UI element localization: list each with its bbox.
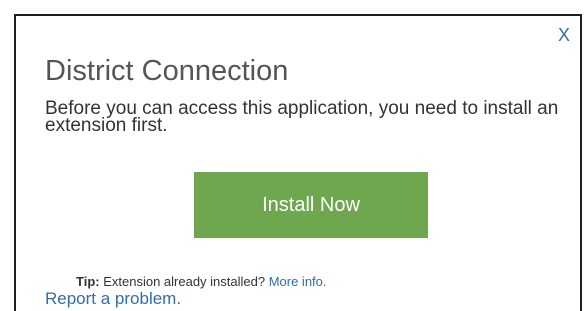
close-button[interactable]: X <box>558 26 570 44</box>
tip-text: Extension already installed? <box>99 274 269 289</box>
tip-label: Tip: <box>76 274 100 289</box>
install-now-button[interactable]: Install Now <box>194 172 428 238</box>
extension-required-dialog: X District Connection Before you can acc… <box>14 14 582 311</box>
dialog-message: Before you can access this application, … <box>45 98 559 137</box>
report-problem-link[interactable]: Report a problem. <box>45 289 181 309</box>
more-info-link[interactable]: More info. <box>269 274 327 289</box>
tip-line: Tip: Extension already installed? More i… <box>76 274 327 290</box>
dialog-title: District Connection <box>45 55 289 87</box>
